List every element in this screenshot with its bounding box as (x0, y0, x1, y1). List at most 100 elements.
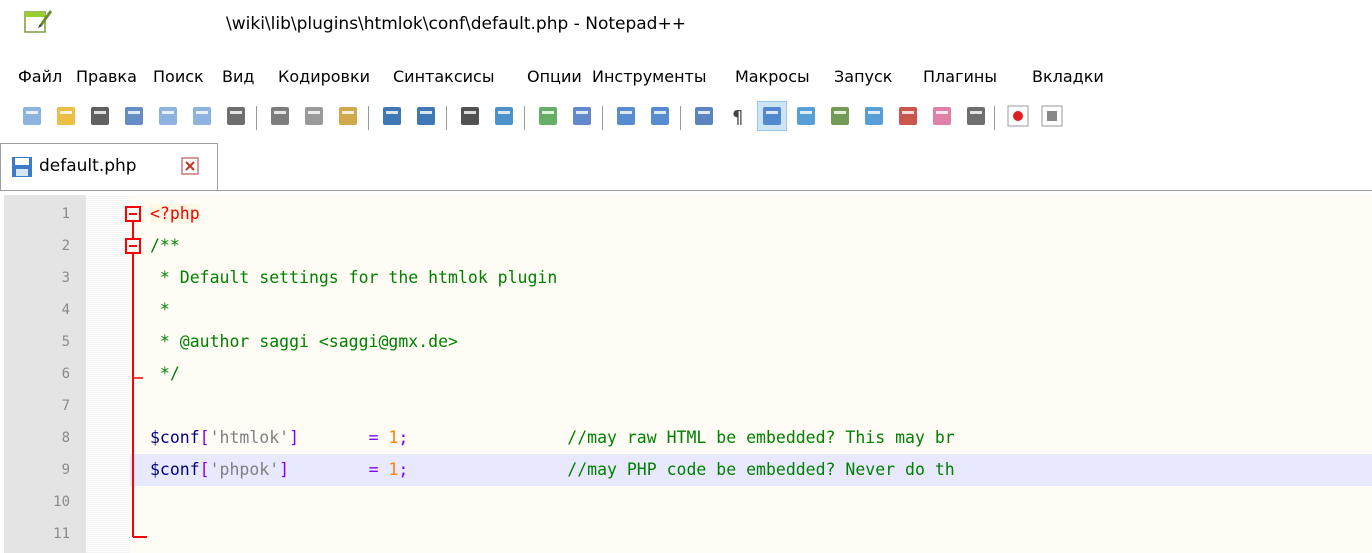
save-icon-glyph (91, 107, 109, 125)
zoom-in-icon-glyph (539, 107, 557, 125)
sync-horizontal-icon[interactable] (646, 102, 674, 130)
zoom-out-icon[interactable] (568, 102, 596, 130)
code-token: 1 (388, 460, 399, 479)
copy-icon-glyph (305, 107, 323, 125)
code-token: = (368, 428, 379, 447)
tab-default-php[interactable]: default.php (0, 143, 218, 190)
show-all-chars-icon[interactable]: ¶ (724, 102, 752, 130)
fold-margin[interactable] (86, 195, 130, 553)
save-all-icon[interactable] (120, 102, 148, 130)
doc-list-icon-glyph (865, 107, 883, 125)
save-all-icon-glyph (125, 107, 143, 125)
menu-item-2[interactable]: Поиск (153, 62, 204, 92)
udl-icon[interactable] (792, 102, 820, 130)
menu-item-7[interactable]: Инструменты (592, 62, 707, 92)
menu-item-10[interactable]: Плагины (923, 62, 997, 92)
code-token: <?php (150, 204, 200, 223)
function-list-icon[interactable] (894, 102, 922, 130)
menu-item-8[interactable]: Макросы (735, 62, 810, 92)
line-number: 10 (53, 494, 70, 510)
word-wrap-icon-glyph (695, 107, 713, 125)
line-number: 4 (61, 302, 70, 318)
zoom-in-icon[interactable] (534, 102, 562, 130)
code-token: ] (289, 428, 300, 447)
indent-guide-icon-glyph (763, 107, 781, 125)
sync-vertical-icon-glyph (617, 107, 635, 125)
sync-horizontal-icon-glyph (651, 107, 669, 125)
menu-item-6[interactable]: Опции (527, 62, 582, 92)
stop-macro-icon[interactable] (1038, 102, 1066, 130)
code-line[interactable]: * (150, 294, 170, 326)
close-icon[interactable] (154, 102, 182, 130)
close-all-icon[interactable] (188, 102, 216, 130)
new-file-icon[interactable] (18, 102, 46, 130)
editor-area[interactable] (0, 195, 1372, 553)
code-line[interactable]: $conf['htmlok'] = 1; //may raw HTML be e… (150, 422, 955, 454)
stop-macro-icon-glyph (1041, 105, 1063, 127)
undo-icon[interactable] (378, 102, 406, 130)
sync-vertical-icon[interactable] (612, 102, 640, 130)
code-token: //may raw HTML be embedded? This may br (408, 428, 955, 447)
indent-guide-icon[interactable] (757, 101, 787, 131)
folder-workspace-icon[interactable] (928, 102, 956, 130)
code-token: [ (199, 428, 210, 447)
code-line[interactable]: /** (150, 230, 180, 262)
print-icon[interactable] (222, 102, 250, 130)
line-number: 8 (61, 430, 70, 446)
replace-icon-glyph (495, 107, 513, 125)
toolbar-separator (368, 106, 369, 130)
close-all-icon-glyph (193, 107, 211, 125)
code-line[interactable]: $conf['phpok'] = 1; //may PHP code be em… (150, 454, 955, 486)
saved-file-icon (12, 157, 32, 177)
word-wrap-icon[interactable] (690, 102, 718, 130)
menu-item-3[interactable]: Вид (222, 62, 254, 92)
show-all-chars-icon-glyph: ¶ (732, 107, 743, 128)
replace-icon[interactable] (490, 102, 518, 130)
code-token: = (368, 460, 379, 479)
doc-list-icon[interactable] (860, 102, 888, 130)
cut-icon[interactable] (266, 102, 294, 130)
udl-icon-glyph (797, 107, 815, 125)
menu-item-11[interactable]: Вкладки (1032, 62, 1104, 92)
line-number: 9 (61, 462, 70, 478)
line-number: 6 (61, 366, 70, 382)
tab-label: default.php (39, 156, 137, 176)
find-icon-glyph (461, 107, 479, 125)
cut-icon-glyph (271, 107, 289, 125)
menu-item-9[interactable]: Запуск (834, 62, 892, 92)
code-line[interactable]: * @author saggi <saggi@gmx.de> (150, 326, 458, 358)
doc-map-icon[interactable] (826, 102, 854, 130)
find-icon[interactable] (456, 102, 484, 130)
function-list-icon-glyph (899, 107, 917, 125)
paste-icon[interactable] (334, 102, 362, 130)
tab-close-icon[interactable] (181, 157, 199, 175)
code-line[interactable]: * Default settings for the htmlok plugin (150, 262, 557, 294)
code-token: /** (150, 236, 180, 255)
monitoring-icon[interactable] (962, 102, 990, 130)
code-token: 1 (388, 428, 399, 447)
save-icon[interactable] (86, 102, 114, 130)
code-token: * (150, 300, 170, 319)
toolbar-separator (446, 106, 447, 130)
copy-icon[interactable] (300, 102, 328, 130)
undo-icon-glyph (383, 107, 401, 125)
svg-text:¶: ¶ (732, 107, 743, 128)
menu-item-1[interactable]: Правка (76, 62, 137, 92)
code-line[interactable]: <?php (150, 198, 200, 230)
menu-item-4[interactable]: Кодировки (278, 62, 370, 92)
menu-item-5[interactable]: Синтаксисы (393, 62, 494, 92)
window-title: \wiki\lib\plugins\htmlok\conf\default.ph… (226, 14, 686, 34)
open-file-icon[interactable] (52, 102, 80, 130)
code-line[interactable]: */ (150, 358, 180, 390)
code-token: $conf (150, 428, 200, 447)
line-number: 7 (61, 398, 70, 414)
record-macro-icon[interactable] (1004, 102, 1032, 130)
toolbar-separator (524, 106, 525, 130)
doc-map-icon-glyph (831, 107, 849, 125)
menu-item-0[interactable]: Файл (18, 62, 62, 92)
redo-icon[interactable] (412, 102, 440, 130)
line-number: 11 (53, 526, 70, 542)
